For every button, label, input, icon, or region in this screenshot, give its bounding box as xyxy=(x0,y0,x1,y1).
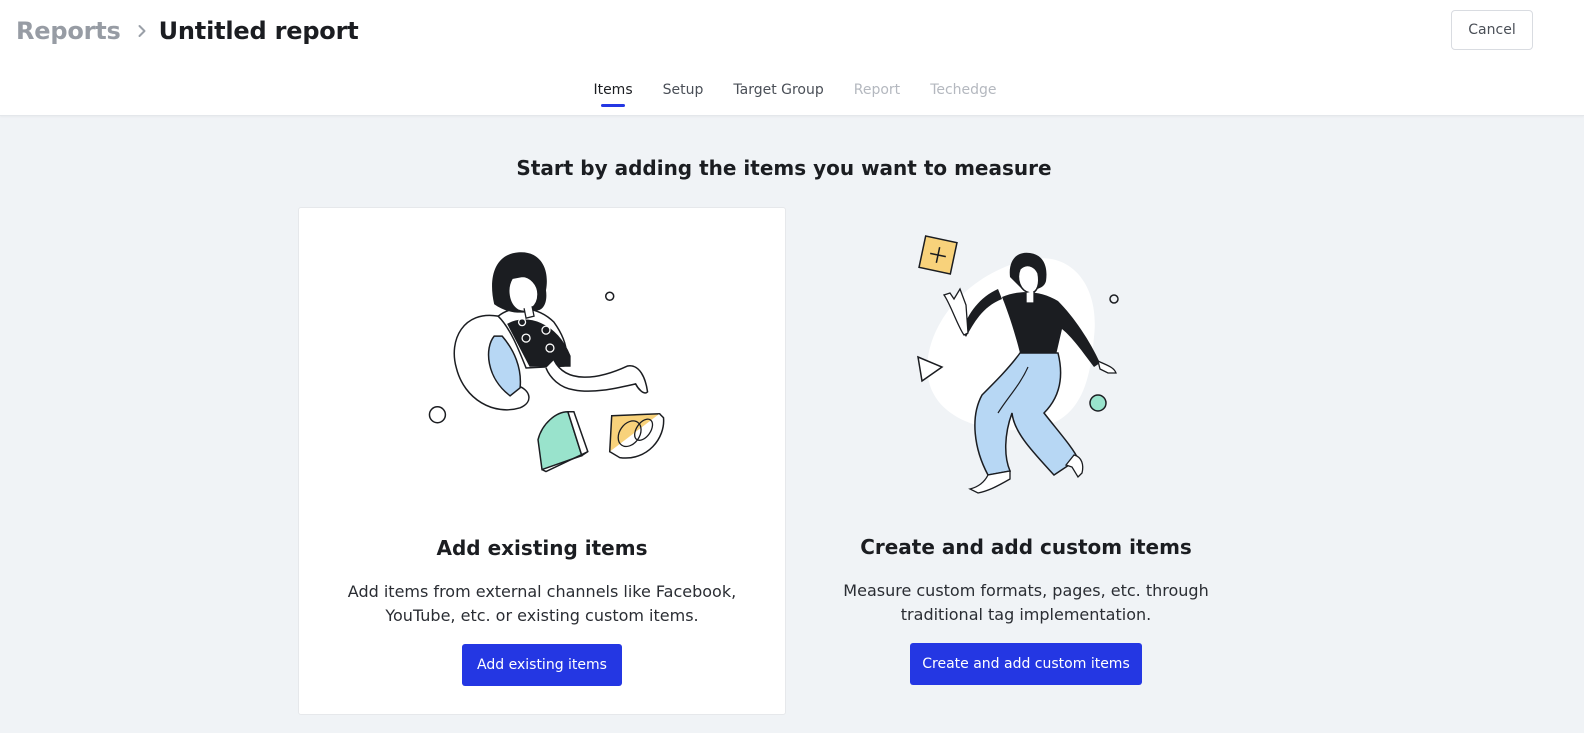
card-title: Create and add custom items xyxy=(860,535,1192,559)
add-existing-items-card: Add existing items Add items from extern… xyxy=(298,207,786,715)
chevron-right-icon xyxy=(137,24,147,38)
woman-floating-with-shapes-illustration xyxy=(917,235,1119,494)
create-custom-items-card: Create and add custom items Measure cust… xyxy=(782,207,1270,715)
tab-target-group[interactable]: Target Group xyxy=(733,82,823,104)
page-title: Untitled report xyxy=(158,17,359,45)
create-custom-items-button[interactable]: Create and add custom items xyxy=(910,643,1142,685)
main-headline: Start by adding the items you want to me… xyxy=(516,156,1052,180)
add-existing-items-button[interactable]: Add existing items xyxy=(462,644,622,686)
top-header: Reports Untitled report Cancel Items Set… xyxy=(0,0,1584,116)
step-tabs: Items Setup Target Group Report Techedge xyxy=(0,82,1584,107)
woman-with-pie-slices-illustration xyxy=(428,252,665,473)
card-title: Add existing items xyxy=(436,536,648,560)
tab-report: Report xyxy=(853,82,901,98)
tab-techedge: Techedge xyxy=(930,82,997,98)
tab-items[interactable]: Items xyxy=(593,82,633,107)
cancel-button[interactable]: Cancel xyxy=(1451,10,1533,50)
tab-setup[interactable]: Setup xyxy=(663,82,704,104)
breadcrumb-reports-link[interactable]: Reports xyxy=(16,17,121,45)
card-description: Add items from external channels like Fa… xyxy=(347,582,737,625)
card-description: Measure custom formats, pages, etc. thro… xyxy=(843,581,1209,624)
breadcrumb: Reports Untitled report xyxy=(16,14,359,48)
